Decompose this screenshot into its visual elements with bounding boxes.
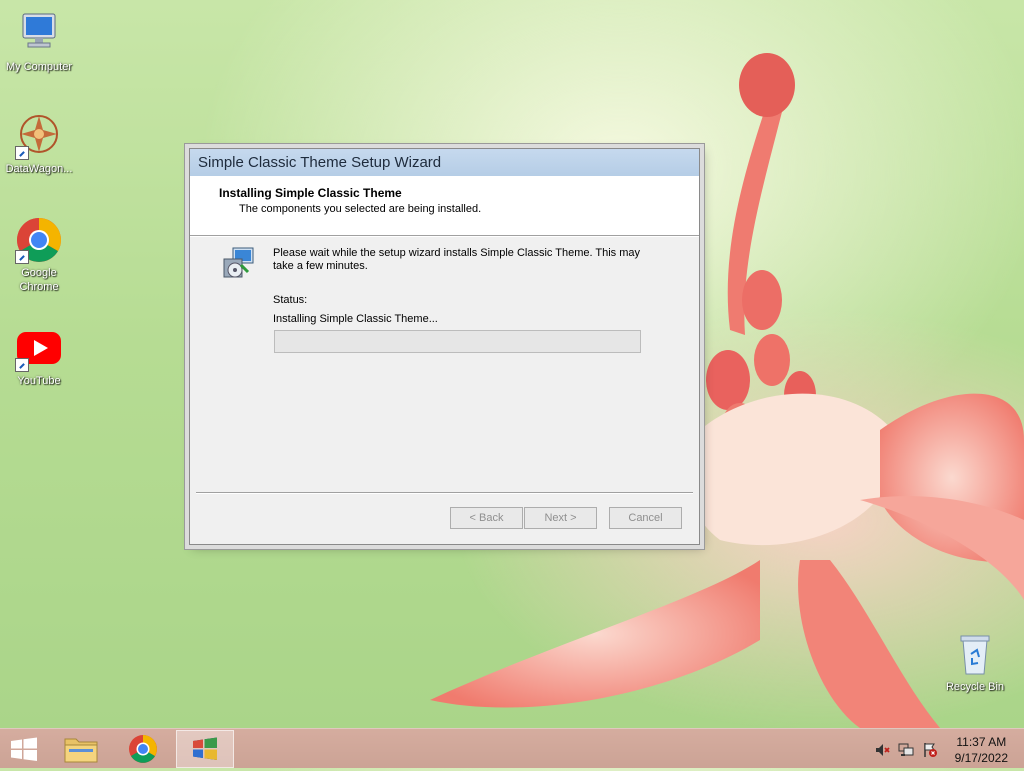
clock-date: 9/17/2022	[954, 751, 1008, 765]
shortcut-arrow-icon	[15, 358, 29, 372]
cancel-button[interactable]: Cancel	[609, 507, 682, 529]
desktop-icon-label: YouTube	[17, 375, 61, 387]
computer-icon	[15, 10, 63, 58]
status-value: Installing Simple Classic Theme...	[273, 313, 438, 325]
chrome-icon	[129, 735, 157, 763]
clock-time: 11:37 AM	[956, 735, 1007, 749]
wizard-header: Installing Simple Classic Theme The comp…	[190, 176, 699, 236]
windows-logo-icon	[11, 737, 37, 761]
window-title[interactable]: Simple Classic Theme Setup Wizard	[190, 149, 699, 176]
action-center-icon[interactable]	[922, 742, 938, 758]
recycle-bin-icon	[951, 630, 999, 678]
youtube-icon	[15, 324, 63, 372]
header-divider	[190, 236, 699, 237]
desktop-icon-label: My Computer	[5, 61, 73, 73]
setup-installer-icon	[221, 245, 257, 281]
desktop-icon-datawagon[interactable]: DataWagon...	[0, 112, 79, 176]
system-clock[interactable]: 11:37 AM 9/17/2022	[955, 734, 1008, 766]
desktop-icon-my-computer[interactable]: My Computer	[0, 10, 79, 74]
header-title: Installing Simple Classic Theme	[219, 186, 402, 200]
taskbar: 11:37 AM 9/17/2022	[0, 728, 1024, 768]
start-button[interactable]	[0, 730, 48, 768]
datawagon-icon	[15, 112, 63, 160]
folder-icon	[64, 738, 98, 763]
desktop-icon-label: Google Chrome	[19, 267, 59, 293]
footer-divider	[196, 492, 693, 494]
desktop-icon-label: Recycle Bin	[945, 681, 1005, 693]
network-icon[interactable]	[898, 742, 914, 758]
volume-muted-icon[interactable]	[874, 742, 890, 758]
next-button[interactable]: Next >	[524, 507, 597, 529]
chrome-icon	[15, 216, 63, 264]
setup-icon	[193, 737, 217, 760]
status-label: Status:	[273, 294, 308, 306]
desktop-icon-recycle-bin[interactable]: Recycle Bin	[935, 630, 1015, 694]
header-subtitle: The components you selected are being in…	[239, 203, 482, 215]
setup-wizard-window[interactable]: Simple Classic Theme Setup Wizard Instal…	[189, 148, 700, 545]
system-tray	[870, 729, 940, 769]
desktop-icon-google-chrome[interactable]: Google Chrome	[0, 216, 79, 294]
taskbar-file-explorer[interactable]	[52, 730, 110, 768]
taskbar-google-chrome[interactable]	[114, 730, 172, 768]
taskbar-setup-wizard[interactable]	[176, 730, 234, 768]
instruction-text: Please wait while the setup wizard insta…	[273, 247, 641, 272]
desktop-icon-label: DataWagon...	[5, 163, 73, 175]
install-progress-bar	[274, 330, 641, 353]
back-button[interactable]: < Back	[450, 507, 523, 529]
desktop-icon-youtube[interactable]: YouTube	[0, 324, 79, 388]
shortcut-arrow-icon	[15, 250, 29, 264]
shortcut-arrow-icon	[15, 146, 29, 160]
